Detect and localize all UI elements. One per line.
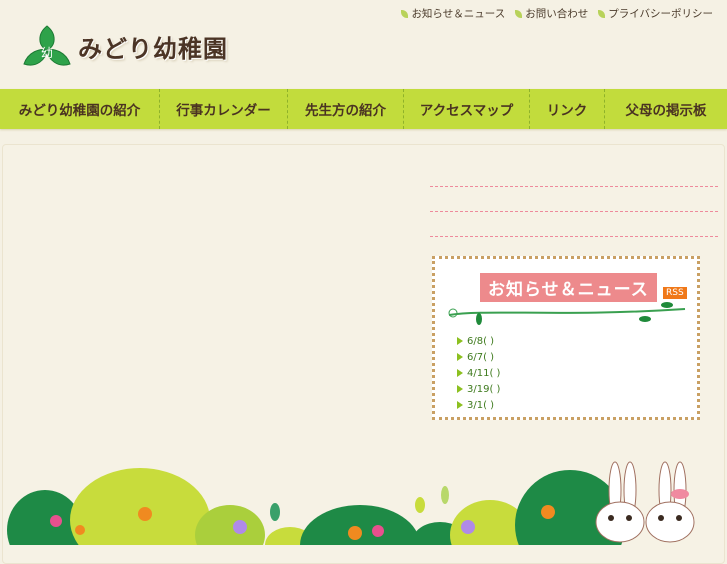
bushes-illustration bbox=[7, 461, 695, 545]
arrow-icon bbox=[457, 385, 463, 393]
util-link-contact[interactable]: お問い合わせ bbox=[515, 6, 588, 21]
arrow-icon bbox=[457, 369, 463, 377]
nav-calendar[interactable]: 行事カレンダー bbox=[160, 89, 288, 129]
news-item[interactable]: 4/11( ) bbox=[457, 365, 500, 381]
news-title: お知らせ＆ニュース bbox=[480, 273, 657, 302]
nav-teachers[interactable]: 先生方の紹介 bbox=[288, 89, 404, 129]
site-logo[interactable]: 幼 みどり幼稚園 bbox=[22, 24, 228, 68]
util-link-privacy[interactable]: プライバシーポリシー bbox=[598, 6, 713, 21]
nav-board[interactable]: 父母の掲示板 bbox=[605, 89, 727, 129]
leaf-icon bbox=[515, 9, 523, 18]
arrow-icon bbox=[457, 337, 463, 345]
nav-links[interactable]: リンク bbox=[530, 89, 605, 129]
arrow-icon bbox=[457, 353, 463, 361]
leaf-icon bbox=[401, 9, 409, 18]
vine-icon bbox=[448, 302, 686, 325]
news-list: 6/8( ) 6/7( ) 4/11( ) 3/19( ) 3/1( ) bbox=[457, 333, 500, 413]
clover-logo-icon: 幼 bbox=[23, 25, 71, 66]
nav-about[interactable]: みどり幼稚園の紹介 bbox=[0, 89, 160, 129]
leaf-icon bbox=[598, 9, 606, 18]
divider bbox=[430, 236, 718, 237]
main-nav: みどり幼稚園の紹介 行事カレンダー 先生方の紹介 アクセスマップ リンク 父母の… bbox=[0, 89, 727, 129]
divider bbox=[430, 211, 718, 212]
logo-text: みどり幼稚園 bbox=[78, 34, 228, 63]
news-item[interactable]: 6/8( ) bbox=[457, 333, 500, 349]
rss-button[interactable]: RSS bbox=[663, 287, 687, 299]
news-item[interactable]: 3/19( ) bbox=[457, 381, 500, 397]
news-panel: お知らせ＆ニュース RSS 6/8( ) 6/7( ) 4/11( ) 3/19… bbox=[432, 256, 700, 420]
divider bbox=[430, 186, 718, 187]
utility-links: お知らせ＆ニュース お問い合わせ プライバシーポリシー bbox=[401, 6, 713, 21]
news-item[interactable]: 6/7( ) bbox=[457, 349, 500, 365]
util-link-news[interactable]: お知らせ＆ニュース bbox=[401, 6, 505, 21]
nav-access[interactable]: アクセスマップ bbox=[404, 89, 530, 129]
rabbit-mascots-icon bbox=[595, 461, 695, 543]
news-item[interactable]: 3/1( ) bbox=[457, 397, 500, 413]
svg-text:幼: 幼 bbox=[41, 46, 53, 60]
arrow-icon bbox=[457, 401, 463, 409]
